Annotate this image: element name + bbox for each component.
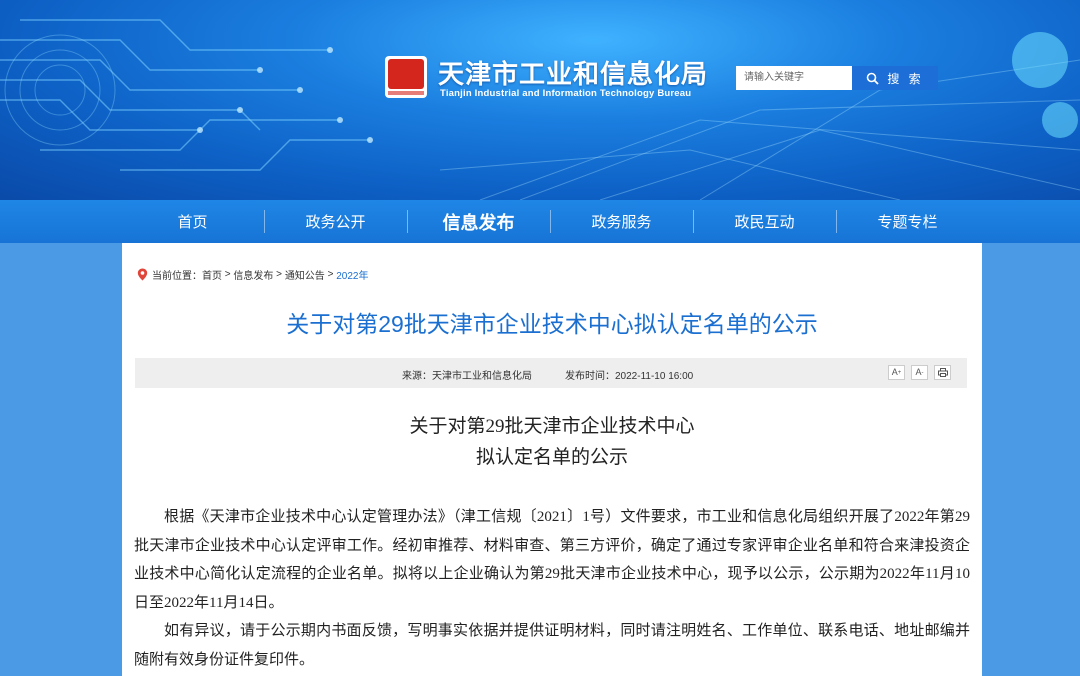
- article-tools: A + A-: [888, 365, 951, 380]
- breadcrumb-separator: >: [273, 269, 285, 280]
- site-title[interactable]: 天津市工业和信息化局: [438, 54, 708, 91]
- article-source: 来源：天津市工业和信息化局: [402, 371, 532, 382]
- document-title-line-1: 关于对第29批天津市企业技术中心: [409, 416, 695, 437]
- logo-seal[interactable]: [385, 56, 427, 98]
- font-increase-button[interactable]: A +: [888, 365, 905, 380]
- breadcrumb-home[interactable]: 首页: [202, 267, 222, 282]
- breadcrumb-year[interactable]: 2022年: [336, 267, 368, 282]
- print-icon: [937, 368, 948, 377]
- search-button[interactable]: 搜 索: [852, 66, 938, 90]
- location-pin-icon: [137, 268, 148, 281]
- header-banner: 天津市工业和信息化局 Tianjin Industrial and Inform…: [0, 0, 1080, 200]
- nav-item-home[interactable]: 首页: [121, 200, 264, 243]
- breadcrumb-notices[interactable]: 通知公告: [285, 267, 325, 282]
- breadcrumb: 当前位置： 首页 > 信息发布 > 通知公告 > 2022年: [137, 267, 368, 282]
- article-paragraph: 根据《天津市企业技术中心认定管理办法》（津工信规〔2021〕1号）文件要求，市工…: [134, 509, 970, 611]
- nav-item-gov-services[interactable]: 政务服务: [550, 200, 693, 243]
- article-meta-bar: 来源：天津市工业和信息化局 发布时间：2022-11-10 16:00 A + A…: [135, 358, 967, 388]
- circuit-decoration: [0, 19, 1080, 200]
- print-button[interactable]: [934, 365, 951, 380]
- article-paragraph: 如有异议，请于公示期内书面反馈，写明事实依据并提供证明材料，同时请注明姓名、工作…: [134, 623, 970, 668]
- search-input[interactable]: 请输入关键字: [736, 66, 852, 90]
- font-decrease-button[interactable]: A-: [911, 365, 928, 380]
- breadcrumb-separator: >: [222, 269, 234, 280]
- nav-item-special-topics[interactable]: 专题专栏: [836, 200, 979, 243]
- breadcrumb-prefix: 当前位置：: [152, 271, 202, 282]
- article-body: 根据《天津市企业技术中心认定管理办法》（津工信规〔2021〕1号）文件要求，市工…: [134, 503, 970, 674]
- breadcrumb-info-release[interactable]: 信息发布: [233, 267, 273, 282]
- search-icon: [867, 72, 879, 85]
- site-subtitle: Tianjin Industrial and Information Techn…: [440, 88, 692, 99]
- content-card: 当前位置： 首页 > 信息发布 > 通知公告 > 2022年 关于对第29批天津…: [122, 243, 982, 676]
- search-button-label: 搜 索: [887, 71, 924, 86]
- main-nav: 首页 政务公开 信息发布 政务服务 政民互动 专题专栏: [0, 200, 1080, 243]
- breadcrumb-separator: >: [324, 269, 337, 280]
- nav-item-info-release[interactable]: 信息发布: [407, 200, 550, 243]
- article-publish-time: 发布时间：2022-11-10 16:00: [565, 371, 694, 382]
- nav-item-gov-affairs[interactable]: 政务公开: [264, 200, 407, 243]
- document-title-line-2: 拟认定名单的公示: [475, 447, 628, 468]
- nav-item-interaction[interactable]: 政民互动: [693, 200, 836, 243]
- article-title: 关于对第29批天津市企业技术中心拟认定名单的公示: [286, 311, 818, 337]
- document-title: 关于对第29批天津市企业技术中心 拟认定名单的公示: [122, 411, 982, 473]
